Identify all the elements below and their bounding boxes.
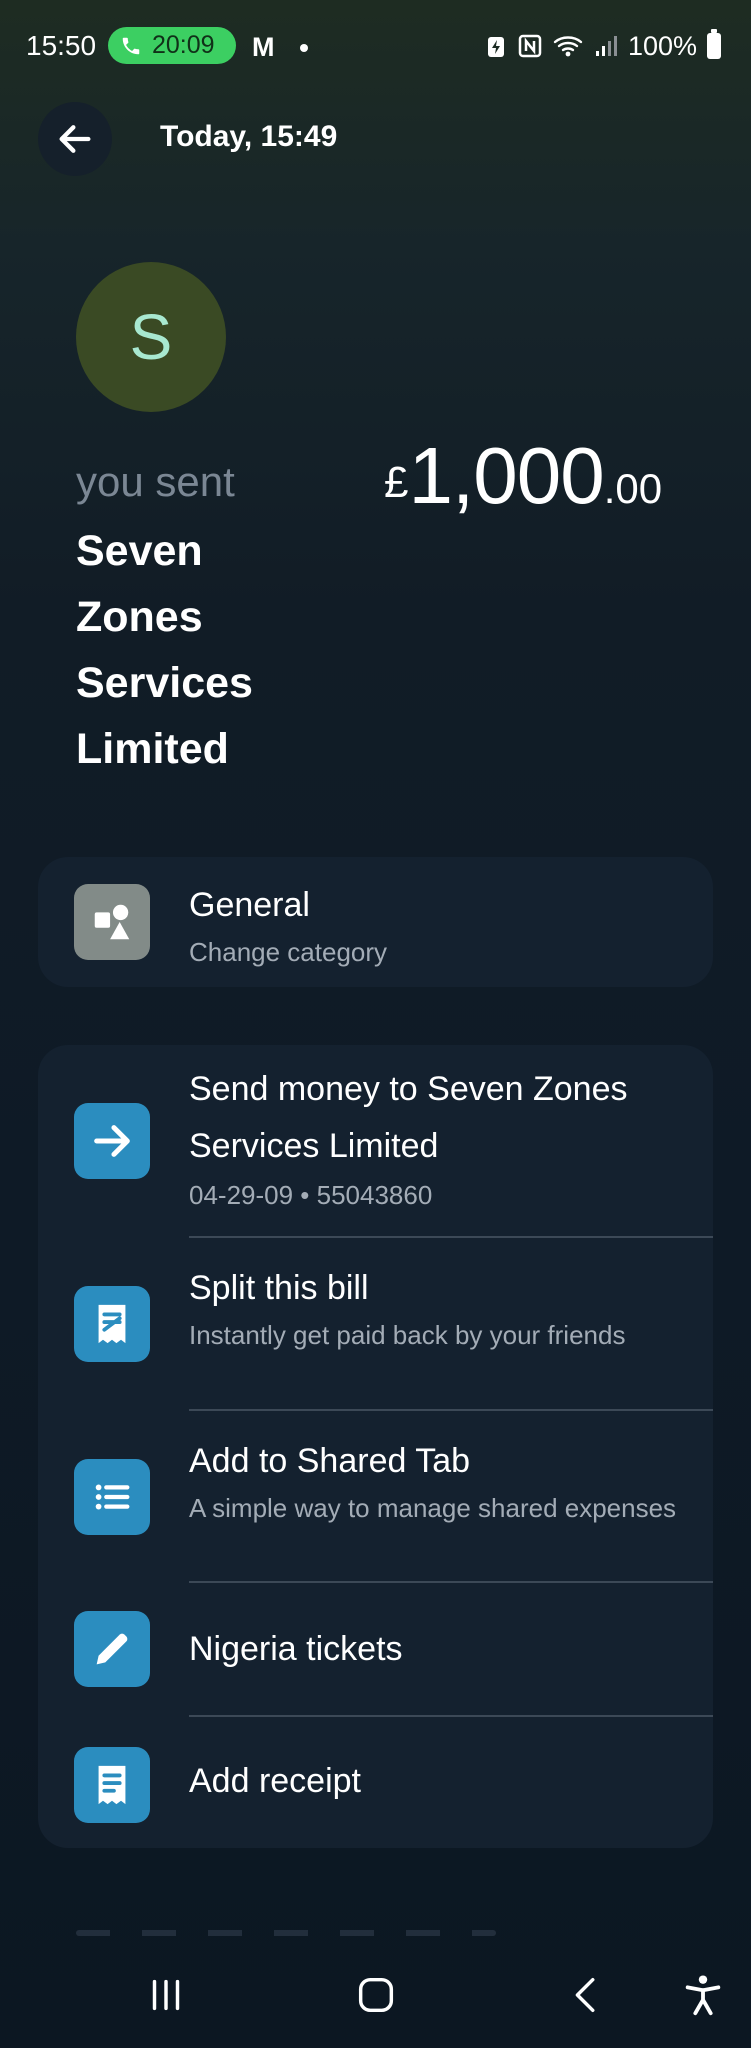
send-money-row[interactable]: Send money to Seven Zones Services Limit… <box>38 1045 713 1238</box>
battery-icon <box>707 29 721 59</box>
battery-saver-icon <box>487 37 504 57</box>
back-button[interactable] <box>38 102 112 176</box>
amount-main: 1,000 <box>408 431 604 520</box>
more-notifications-dot <box>300 44 308 52</box>
category-subtitle: Change category <box>189 937 388 967</box>
category-card[interactable]: General Change category <box>38 857 713 987</box>
shared-tab-row[interactable]: Add to Shared Tab A simple way to manage… <box>38 1411 713 1583</box>
split-bill-row[interactable]: Split this bill Instantly get paid back … <box>38 1238 713 1411</box>
account-details: 04-29-09 • 55043860 <box>189 1180 433 1210</box>
accessibility-icon <box>685 1975 721 2016</box>
status-time: 15:50 <box>26 30 97 61</box>
signal-icon <box>595 36 617 56</box>
shapes-icon <box>94 904 130 940</box>
direction-label: you sent <box>76 458 235 505</box>
category-title: General <box>189 886 310 924</box>
send-money-title: Send money to Seven Zones Services Limit… <box>189 1070 628 1165</box>
split-bill-title: Split this bill <box>189 1269 369 1307</box>
add-receipt-title: Add receipt <box>189 1762 361 1800</box>
wifi-icon <box>553 36 583 57</box>
truncated-section-heading <box>76 1930 496 1936</box>
call-indicator[interactable]: 20:09 <box>108 27 236 64</box>
actions-card: Send money to Seven Zones Services Limit… <box>38 1045 713 1848</box>
call-timer: 20:09 <box>152 31 215 59</box>
receipt-icon-box <box>74 1747 150 1823</box>
category-icon-box <box>74 884 150 960</box>
home-icon <box>358 1977 394 2013</box>
add-receipt-row[interactable]: Add receipt <box>38 1717 713 1848</box>
accessibility-button[interactable] <box>668 1970 738 2020</box>
send-money-icon-box <box>74 1103 150 1179</box>
pencil-icon <box>96 1633 128 1665</box>
note-icon-box <box>74 1611 150 1687</box>
battery-percent: 100% <box>627 30 697 61</box>
note-text: Nigeria tickets <box>189 1630 403 1668</box>
gmail-notification-icon: M <box>252 32 275 62</box>
phone-icon <box>122 37 140 54</box>
receipt-icon <box>98 1765 126 1805</box>
arrow-right-icon <box>94 1125 130 1157</box>
split-bill-icon-box <box>74 1286 150 1362</box>
back-nav-button[interactable] <box>552 1970 622 2020</box>
note-row[interactable]: Nigeria tickets <box>38 1583 713 1717</box>
transaction-amount: £1,000.00 <box>384 430 662 522</box>
list-icon <box>95 1484 130 1510</box>
nfc-icon <box>518 34 542 58</box>
amount-decimal: .00 <box>603 465 663 512</box>
avatar: S <box>76 262 226 412</box>
system-nav-bar <box>0 1940 751 2048</box>
payee-name: Seven Zones Services Limited <box>76 527 253 773</box>
status-icons: 100% <box>484 28 721 64</box>
home-button[interactable] <box>341 1970 411 2020</box>
arrow-left-icon <box>59 125 91 153</box>
amount-currency: £ <box>384 458 409 507</box>
split-bill-icon <box>98 1304 126 1344</box>
split-bill-subtitle: Instantly get paid back by your friends <box>189 1320 626 1350</box>
shared-tab-title: Add to Shared Tab <box>189 1442 471 1480</box>
chevron-left-icon <box>575 1977 595 2013</box>
page-title: Today, 15:49 <box>160 120 338 153</box>
status-bar: 15:50 20:09 M 100% <box>0 0 751 94</box>
category-row[interactable]: General Change category <box>38 857 713 987</box>
shared-tab-subtitle: A simple way to manage shared expenses <box>189 1493 677 1523</box>
shared-tab-icon-box <box>74 1459 150 1535</box>
recent-apps-icon <box>152 1979 180 2011</box>
recent-apps-button[interactable] <box>131 1970 201 2020</box>
